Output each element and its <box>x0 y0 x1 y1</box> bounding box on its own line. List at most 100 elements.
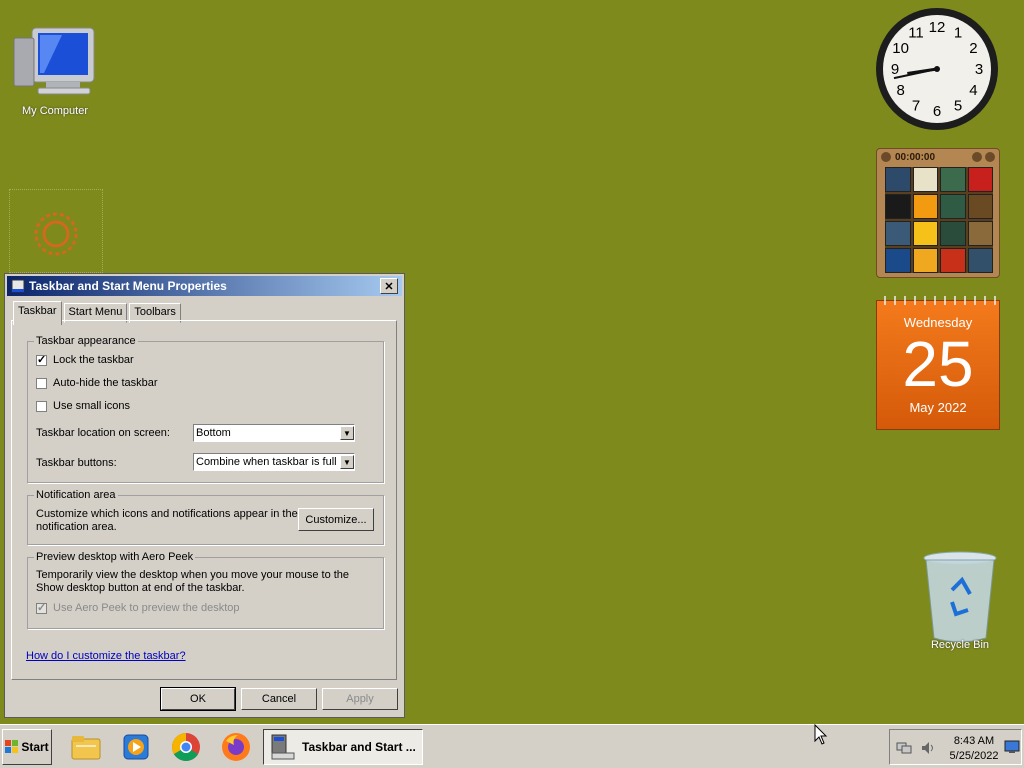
puzzle-tile[interactable] <box>912 167 938 192</box>
taskbar-window-button[interactable]: Taskbar and Start ... <box>263 729 423 765</box>
sun-icon <box>34 212 78 256</box>
taskbar-properties-dialog: Taskbar and Start Menu Properties ✕ Task… <box>4 273 405 718</box>
desktop-icon-my-computer[interactable]: My Computer <box>8 24 102 117</box>
group-legend: Taskbar appearance <box>34 335 138 347</box>
network-icon[interactable] <box>896 740 912 756</box>
calendar-rings <box>884 296 996 305</box>
clock-numeral: 3 <box>975 61 983 78</box>
clock-numeral: 1 <box>954 25 962 42</box>
recycle-bin-icon <box>923 551 997 643</box>
puzzle-back-icon[interactable] <box>881 152 891 162</box>
taskbar-buttons-select[interactable]: Combine when taskbar is full ▼ <box>193 453 355 471</box>
checkbox-label: Lock the taskbar <box>53 354 134 366</box>
clock-numeral: 7 <box>912 97 920 114</box>
puzzle-tile[interactable] <box>967 194 993 219</box>
show-desktop-icon[interactable] <box>1004 740 1020 754</box>
chrome-icon[interactable] <box>170 731 202 763</box>
puzzle-grid <box>885 167 993 273</box>
calendar-day-number: 25 <box>902 328 974 400</box>
aero-peek-checkbox-row: Use Aero Peek to preview the desktop <box>36 601 240 614</box>
clock-numeral: 6 <box>933 103 941 120</box>
chevron-down-icon[interactable]: ▼ <box>340 426 354 440</box>
clock-gadget[interactable]: 12 1 2 3 4 5 6 7 8 9 10 11 <box>874 6 1000 132</box>
calendar-gadget[interactable]: Wednesday 25 May 2022 <box>876 296 1000 430</box>
dialog-title: Taskbar and Start Menu Properties <box>29 279 227 293</box>
notification-description: Customize which icons and notifications … <box>36 508 298 533</box>
tray-clock[interactable]: 8:43 AM 5/25/2022 <box>945 734 1003 764</box>
tray-time: 8:43 AM <box>953 735 995 747</box>
firefox-icon[interactable] <box>220 731 252 763</box>
puzzle-tile[interactable] <box>967 167 993 192</box>
desktop-icon-recycle-bin[interactable]: Recycle Bin <box>918 550 1002 651</box>
checkbox-label: Use small icons <box>53 400 131 412</box>
group-legend: Notification area <box>34 489 118 501</box>
taskbar-window-title: Taskbar and Start ... <box>302 740 416 754</box>
puzzle-tile[interactable] <box>940 167 966 192</box>
clock-face: 12 12 3 45678 9 1011 <box>876 8 998 130</box>
group-notification-area: Notification area Customize which icons … <box>27 489 384 545</box>
taskbar-properties-icon <box>271 734 295 760</box>
media-player-icon[interactable] <box>120 731 152 763</box>
puzzle-tile[interactable] <box>885 248 911 273</box>
desktop-icon-label: My Computer <box>21 105 89 117</box>
puzzle-solve-icon[interactable] <box>985 152 995 162</box>
select-value: Bottom <box>196 427 231 439</box>
clock-numeral: 2 <box>969 40 977 57</box>
puzzle-tile[interactable] <box>912 194 938 219</box>
tab-taskbar[interactable]: Taskbar <box>13 301 62 325</box>
lock-taskbar-checkbox[interactable] <box>36 353 47 366</box>
clock-numeral: 12 <box>929 19 946 36</box>
dialog-titlebar[interactable]: Taskbar and Start Menu Properties ✕ <box>7 276 402 296</box>
tab-panel-taskbar: Taskbar appearance Lock the taskbar Auto… <box>11 320 397 680</box>
volume-icon[interactable] <box>920 740 936 756</box>
desktop-selected-icon[interactable] <box>9 189 103 273</box>
clock-numeral: 5 <box>954 97 962 114</box>
lock-taskbar-checkbox-row[interactable]: Lock the taskbar <box>36 353 134 366</box>
puzzle-tile[interactable] <box>885 221 911 246</box>
folder-icon[interactable] <box>70 731 102 763</box>
location-select[interactable]: Bottom ▼ <box>193 424 355 442</box>
cancel-button[interactable]: Cancel <box>241 688 317 710</box>
puzzle-tile[interactable] <box>940 194 966 219</box>
customize-button[interactable]: Customize... <box>298 508 374 531</box>
checkbox-label: Auto-hide the taskbar <box>53 377 158 389</box>
puzzle-tile[interactable] <box>967 248 993 273</box>
puzzle-tile[interactable] <box>940 221 966 246</box>
auto-hide-checkbox[interactable] <box>36 377 47 389</box>
puzzle-tile[interactable] <box>967 221 993 246</box>
small-icons-checkbox[interactable] <box>36 400 47 412</box>
puzzle-timer: 00:00:00 <box>895 151 936 163</box>
ok-button[interactable]: OK <box>160 687 236 711</box>
puzzle-help-icon[interactable] <box>972 152 982 162</box>
help-link[interactable]: How do I customize the taskbar? <box>26 650 186 662</box>
puzzle-tile[interactable] <box>912 221 938 246</box>
auto-hide-checkbox-row[interactable]: Auto-hide the taskbar <box>36 377 158 389</box>
start-label: Start <box>21 740 49 754</box>
puzzle-tile[interactable] <box>885 167 911 192</box>
buttons-label: Taskbar buttons: <box>36 457 117 469</box>
clock-numeral: 11 <box>908 25 924 42</box>
close-button[interactable]: ✕ <box>380 278 398 294</box>
taskbar: Start Taskbar and Start ... 8:43 AM 5/25… <box>0 724 1024 768</box>
small-icons-checkbox-row[interactable]: Use small icons <box>36 400 130 412</box>
calendar-month-year: May 2022 <box>909 400 967 415</box>
checkbox-label: Use Aero Peek to preview the desktop <box>53 602 240 614</box>
clock-numeral: 8 <box>896 82 904 99</box>
puzzle-tile[interactable] <box>912 248 938 273</box>
chevron-down-icon[interactable]: ▼ <box>340 455 354 469</box>
clock-numeral: 9 <box>891 61 899 78</box>
start-button[interactable]: Start <box>2 729 52 765</box>
mouse-cursor-icon <box>814 724 828 745</box>
aero-peek-checkbox <box>36 601 47 614</box>
system-tray: 8:43 AM 5/25/2022 <box>889 729 1022 765</box>
select-value: Combine when taskbar is full <box>196 456 337 468</box>
aero-peek-description: Temporarily view the desktop when you mo… <box>36 569 350 594</box>
clock-numeral: 10 <box>892 40 909 57</box>
puzzle-tile[interactable] <box>885 194 911 219</box>
location-label: Taskbar location on screen: <box>36 427 170 439</box>
tray-date: 5/25/2022 <box>949 750 999 762</box>
group-aero-peek: Preview desktop with Aero Peek Temporari… <box>27 551 384 629</box>
puzzle-tile[interactable] <box>940 248 966 273</box>
clock-numeral: 4 <box>969 82 977 99</box>
picture-puzzle-gadget[interactable]: 00:00:00 <box>876 148 1000 278</box>
